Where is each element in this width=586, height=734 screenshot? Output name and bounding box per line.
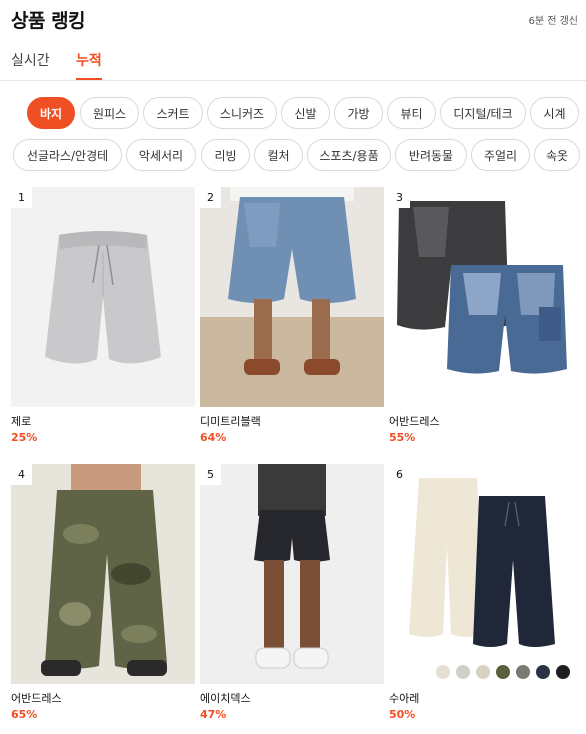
chip-jewelry[interactable]: 주얼리 bbox=[471, 139, 530, 171]
chip-onepiece[interactable]: 원피스 bbox=[80, 97, 139, 129]
rank-badge: 2 bbox=[200, 187, 221, 208]
category-chips-row-2: 선글라스/안경테 악세서리 리빙 컬처 스포츠/용품 반려동물 주얼리 속옷 bbox=[0, 139, 586, 171]
product-image[interactable]: 3 bbox=[389, 187, 573, 407]
product-brand: 어반드레스 bbox=[11, 692, 62, 705]
tab-realtime[interactable]: 실시간 bbox=[11, 50, 50, 78]
color-swatch bbox=[476, 665, 490, 679]
camo-cargo-pants-icon bbox=[11, 464, 195, 684]
rank-badge: 5 bbox=[200, 464, 221, 485]
product-discount: 47% bbox=[200, 708, 227, 721]
color-swatch bbox=[456, 665, 470, 679]
color-swatch bbox=[556, 665, 570, 679]
product-image[interactable]: 2 bbox=[200, 187, 384, 407]
gray-sweat-shorts-icon bbox=[11, 187, 195, 407]
color-swatch bbox=[516, 665, 530, 679]
chip-accessory[interactable]: 악세서리 bbox=[126, 139, 196, 171]
product-image[interactable]: 5 bbox=[200, 464, 384, 684]
chip-pets[interactable]: 반려동물 bbox=[395, 139, 467, 171]
chip-shoes[interactable]: 신발 bbox=[281, 97, 330, 129]
chip-underwear[interactable]: 속옷 bbox=[534, 139, 580, 171]
color-swatch-group bbox=[436, 665, 570, 679]
chip-digital[interactable]: 디지털/테크 bbox=[440, 97, 526, 129]
chip-sneakers[interactable]: 스니커즈 bbox=[207, 97, 277, 129]
color-swatch bbox=[496, 665, 510, 679]
product-discount: 65% bbox=[11, 708, 38, 721]
rank-badge: 1 bbox=[11, 187, 32, 208]
tab-cumulative[interactable]: 누적 bbox=[76, 50, 102, 80]
category-chips-row-1: 바지 원피스 스커트 스니커즈 신발 가방 뷰티 디지털/테크 시계 bbox=[0, 97, 586, 129]
product-brand: 제로 bbox=[11, 415, 32, 428]
rank-badge: 3 bbox=[389, 187, 410, 208]
product-brand: 디미트리블랙 bbox=[200, 415, 261, 428]
chip-beauty[interactable]: 뷰티 bbox=[387, 97, 436, 129]
denim-shorts-model-icon bbox=[200, 187, 384, 407]
rank-badge: 4 bbox=[11, 464, 32, 485]
chip-sunglasses[interactable]: 선글라스/안경테 bbox=[13, 139, 122, 171]
wide-pants-pair-icon bbox=[389, 464, 573, 684]
chip-living[interactable]: 리빙 bbox=[201, 139, 250, 171]
product-image[interactable]: 1 bbox=[11, 187, 195, 407]
product-image[interactable]: 6 bbox=[389, 464, 573, 684]
color-swatch bbox=[536, 665, 550, 679]
update-time: 6분 전 갱신 bbox=[528, 16, 578, 27]
product-brand: 수아레 bbox=[389, 692, 420, 705]
product-discount: 64% bbox=[200, 431, 227, 444]
chip-skirt[interactable]: 스커트 bbox=[143, 97, 203, 129]
black-athletic-shorts-icon bbox=[200, 464, 384, 684]
chip-watch[interactable]: 시계 bbox=[530, 97, 579, 129]
chip-sports[interactable]: 스포츠/용품 bbox=[307, 139, 391, 171]
product-brand: 에이치덱스 bbox=[200, 692, 251, 705]
product-image[interactable]: 4 bbox=[11, 464, 195, 684]
product-discount: 25% bbox=[11, 431, 38, 444]
cargo-denim-shorts-icon bbox=[389, 187, 573, 407]
product-brand: 어반드레스 bbox=[389, 415, 440, 428]
chip-culture[interactable]: 컬처 bbox=[254, 139, 303, 171]
rank-badge: 6 bbox=[389, 464, 410, 485]
chip-bag[interactable]: 가방 bbox=[334, 97, 383, 129]
ranking-tabs: 실시간 누적 bbox=[0, 44, 586, 81]
page-title: 상품 랭킹 bbox=[11, 10, 86, 32]
color-swatch bbox=[436, 665, 450, 679]
product-discount: 50% bbox=[389, 708, 416, 721]
chip-pants[interactable]: 바지 bbox=[27, 97, 75, 129]
ranking-header: 상품 랭킹 6분 전 갱신 bbox=[0, 0, 586, 36]
product-discount: 55% bbox=[389, 431, 416, 444]
